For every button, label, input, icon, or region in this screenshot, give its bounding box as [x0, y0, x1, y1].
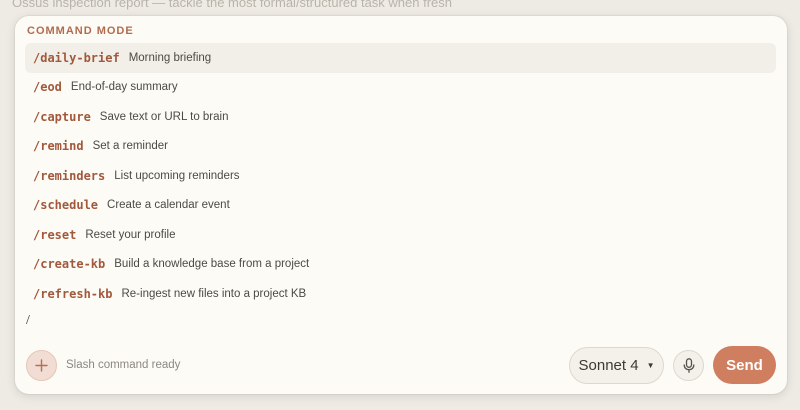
command-name: /eod — [33, 80, 62, 95]
command-name: /refresh-kb — [33, 286, 113, 301]
command-item-schedule[interactable]: /schedule Create a calendar event — [25, 191, 776, 221]
command-list: /daily-brief Morning briefing /eod End-o… — [25, 43, 776, 309]
command-description: Re-ingest new files into a project KB — [121, 287, 307, 300]
command-item-create-kb[interactable]: /create-kb Build a knowledge base from a… — [25, 250, 776, 280]
command-description: End-of-day summary — [70, 81, 178, 94]
command-name: /schedule — [33, 198, 99, 213]
command-item-refresh-kb[interactable]: /refresh-kb Re-ingest new files into a p… — [25, 279, 776, 309]
command-name: /create-kb — [33, 257, 106, 272]
command-description: Morning briefing — [128, 51, 212, 64]
command-description: Set a reminder — [92, 140, 169, 153]
model-selector[interactable]: Sonnet 4 ▼ — [569, 346, 664, 384]
command-name: /reminders — [33, 168, 106, 183]
command-item-capture[interactable]: /capture Save text or URL to brain — [25, 102, 776, 132]
command-name: /daily-brief — [33, 50, 120, 65]
status-text: Slash command ready — [66, 359, 181, 371]
plus-icon — [35, 358, 48, 372]
command-item-reminders[interactable]: /reminders List upcoming reminders — [25, 161, 776, 191]
command-item-daily-brief[interactable]: /daily-brief Morning briefing — [25, 43, 776, 73]
command-input-panel: COMMAND MODE /daily-brief Morning briefi… — [15, 16, 787, 394]
command-description: Save text or URL to brain — [99, 110, 229, 123]
command-item-eod[interactable]: /eod End-of-day summary — [25, 73, 776, 103]
command-mode-title: COMMAND MODE — [27, 25, 134, 37]
command-description: List upcoming reminders — [114, 169, 240, 182]
add-attachment-button[interactable] — [26, 349, 57, 381]
command-name: /reset — [33, 227, 77, 242]
message-input[interactable]: / — [26, 313, 30, 329]
send-button[interactable]: Send — [713, 346, 776, 384]
model-name: Sonnet 4 — [578, 356, 639, 374]
command-name: /capture — [33, 109, 91, 124]
command-item-remind[interactable]: /remind Set a reminder — [25, 132, 776, 162]
microphone-button[interactable] — [673, 349, 704, 381]
composer-toolbar: Slash command ready Sonnet 4 ▼ Send — [26, 345, 776, 385]
command-item-reset[interactable]: /reset Reset your profile — [25, 220, 776, 250]
command-name: /remind — [33, 139, 84, 154]
command-description: Create a calendar event — [107, 199, 230, 212]
command-description: Build a knowledge base from a project — [114, 258, 310, 271]
caret-down-icon: ▼ — [646, 360, 655, 370]
command-description: Reset your profile — [85, 228, 176, 241]
microphone-icon — [683, 357, 694, 373]
background-message-text: Ossus inspection report — tackle the mos… — [12, 0, 453, 10]
